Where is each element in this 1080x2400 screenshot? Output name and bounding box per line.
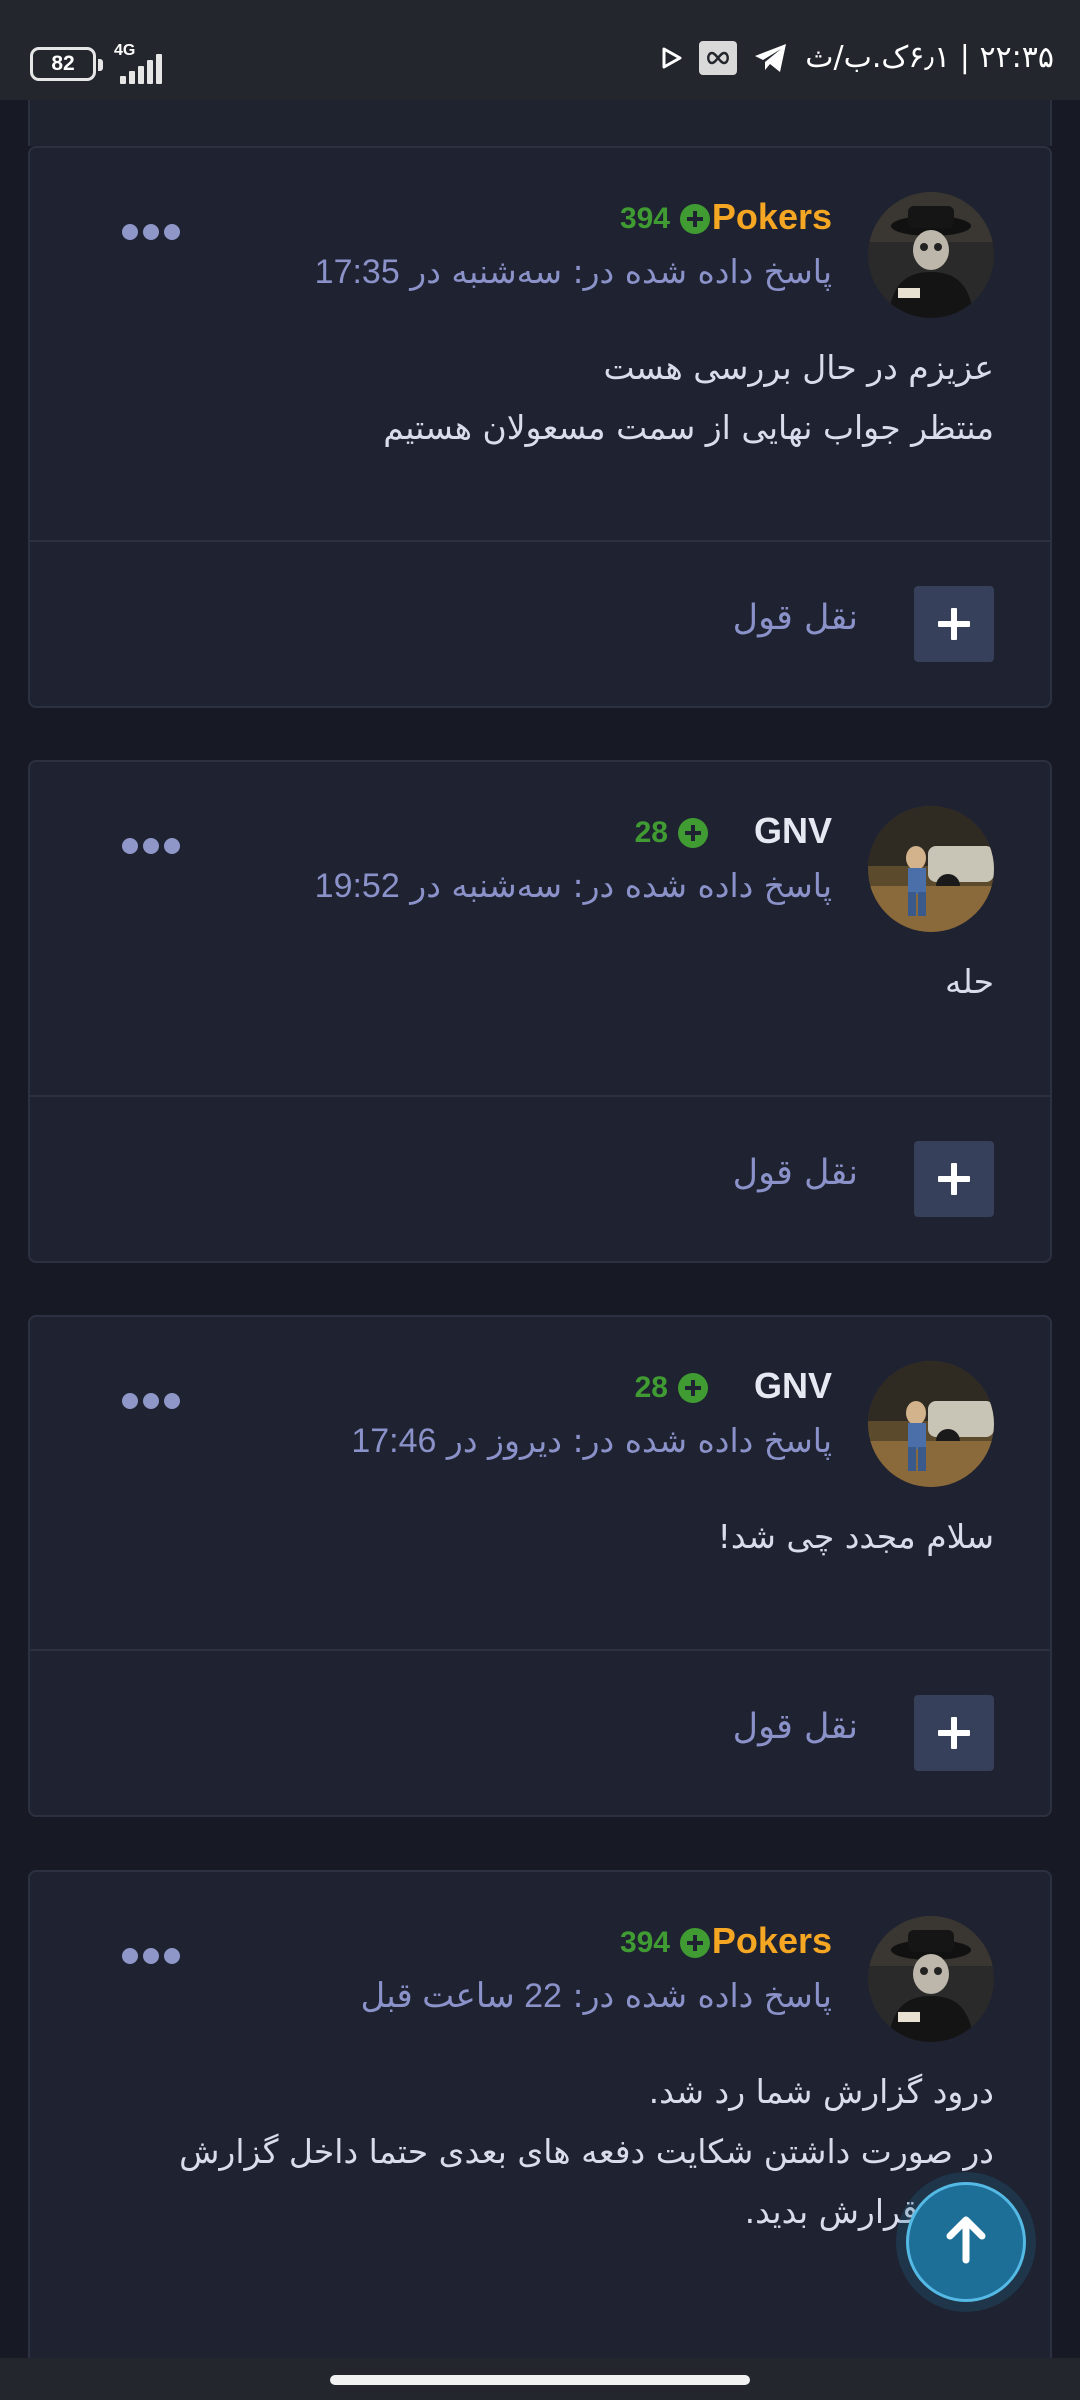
post-card: GNV 28 پاسخ داده شده در: سه‌شنبه در 19:5… <box>28 760 1052 1263</box>
post-timestamp: پاسخ داده شده در: سه‌شنبه در 17:35 <box>315 252 832 292</box>
post-actions: نقل قول <box>30 540 1050 706</box>
reputation-count: 394 <box>619 202 670 235</box>
quote-button[interactable] <box>914 1695 994 1771</box>
more-dots-icon[interactable] <box>122 1948 180 1964</box>
reputation-count: 394 <box>619 1926 670 1959</box>
post-line: در صورت داشتن شکایت دفعه های بعدی حتما د… <box>179 2132 994 2171</box>
username[interactable]: Pokers <box>712 196 832 238</box>
play-icon <box>661 46 683 70</box>
battery-icon: 82 <box>30 47 103 81</box>
reputation-badge: 394 <box>620 1926 710 1960</box>
status-indicators: 82 4G <box>30 42 182 84</box>
post-time: 19:52 <box>314 867 400 905</box>
post-line: عزیزم در حال بررسی هست <box>603 348 994 387</box>
post-line: حله <box>944 962 994 1001</box>
post-meta-prefix: پاسخ داده شده در: سه‌شنبه در <box>410 252 832 291</box>
posts-feed[interactable]: Pokers 394 پاسخ داده شده در: سه‌شنبه در … <box>28 100 1052 2358</box>
battery-level: 82 <box>51 52 75 75</box>
avatar[interactable] <box>868 1916 994 2042</box>
username[interactable]: Pokers <box>712 1920 832 1962</box>
plus-circle-icon <box>678 818 708 848</box>
post-content: حله <box>30 952 1050 1012</box>
arrow-up-icon <box>944 2216 988 2268</box>
quote-label[interactable]: نقل قول <box>733 1153 858 1193</box>
post-meta-prefix: پاسخ داده شده در: <box>572 1976 832 2015</box>
post-timestamp: پاسخ داده شده در: دیروز در 17:46 <box>351 1421 832 1461</box>
avatar[interactable] <box>868 1361 994 1487</box>
scroll-to-top-button[interactable] <box>906 2182 1026 2302</box>
post-actions: نقل قول <box>30 1649 1050 1815</box>
plus-circle-icon <box>680 204 710 234</box>
post-content: عزیزم در حال بررسی هست منتظر جواب نهایی … <box>30 338 1050 458</box>
post-header: GNV 28 پاسخ داده شده در: دیروز در 17:46 <box>30 1317 1050 1507</box>
avatar[interactable] <box>868 192 994 318</box>
post-card: Pokers 394 پاسخ داده شده در: 22 ساعت قبل… <box>28 1870 1052 2358</box>
status-right: ۲۲:۳۵ | ۶٫۱ک.ب/ث <box>661 40 1054 75</box>
post-card: Pokers 394 پاسخ داده شده در: سه‌شنبه در … <box>28 146 1052 708</box>
previous-post-edge <box>28 100 1052 146</box>
post-line: امضا قرارش بدید. <box>744 2192 994 2231</box>
plus-icon <box>938 608 970 640</box>
reputation-badge: 28 <box>635 816 708 850</box>
quote-button[interactable] <box>914 586 994 662</box>
post-time: 17:46 <box>351 1422 437 1460</box>
status-bar: 82 4G ۲۲:۳۵ | ۶٫۱ک.ب/ث <box>0 0 1080 100</box>
post-card: GNV 28 پاسخ داده شده در: دیروز در 17:46 … <box>28 1315 1052 1817</box>
post-meta-prefix: پاسخ داده شده در: سه‌شنبه در <box>410 866 832 905</box>
more-dots-icon[interactable] <box>122 224 180 240</box>
plus-circle-icon <box>680 1928 710 1958</box>
post-content: سلام مجدد چی شد! <box>30 1507 1050 1567</box>
quote-label[interactable]: نقل قول <box>733 1707 858 1747</box>
post-content: درود گزارش شما رد شد. در صورت داشتن شکای… <box>30 2062 1050 2242</box>
infinity-app-icon <box>699 40 738 75</box>
reputation-badge: 28 <box>635 1371 708 1405</box>
reputation-count: 28 <box>634 1371 668 1404</box>
more-dots-icon[interactable] <box>122 838 180 854</box>
post-line: سلام مجدد چی شد! <box>717 1517 994 1556</box>
username[interactable]: GNV <box>754 810 832 852</box>
post-time: 22 ساعت قبل <box>360 1977 562 2015</box>
username[interactable]: GNV <box>754 1365 832 1407</box>
quote-button[interactable] <box>914 1141 994 1217</box>
post-header: Pokers 394 پاسخ داده شده در: سه‌شنبه در … <box>30 148 1050 338</box>
navigation-bar <box>0 2358 1080 2400</box>
reputation-badge: 394 <box>620 202 710 236</box>
signal-icon: 4G <box>110 42 182 84</box>
post-line: منتظر جواب نهایی از سمت مسعولان هستیم <box>383 408 994 447</box>
status-time: ۲۲:۳۵ | ۶٫۱ک.ب/ث <box>805 40 1054 75</box>
plus-circle-icon <box>678 1373 708 1403</box>
quote-label[interactable]: نقل قول <box>733 598 858 638</box>
reputation-count: 28 <box>634 816 668 849</box>
post-line: درود گزارش شما رد شد. <box>648 2072 994 2111</box>
post-timestamp: پاسخ داده شده در: سه‌شنبه در 19:52 <box>315 866 832 906</box>
post-meta-prefix: پاسخ داده شده در: دیروز در <box>446 1421 832 1460</box>
avatar[interactable] <box>868 806 994 932</box>
more-dots-icon[interactable] <box>122 1393 180 1409</box>
post-time: 17:35 <box>314 253 400 291</box>
telegram-icon <box>753 42 789 74</box>
post-header: Pokers 394 پاسخ داده شده در: 22 ساعت قبل <box>30 1872 1050 2062</box>
post-actions: نقل قول <box>30 1095 1050 1261</box>
plus-icon <box>938 1163 970 1195</box>
home-indicator[interactable] <box>330 2375 750 2385</box>
post-header: GNV 28 پاسخ داده شده در: سه‌شنبه در 19:5… <box>30 762 1050 952</box>
post-timestamp: پاسخ داده شده در: 22 ساعت قبل <box>360 1976 832 2016</box>
plus-icon <box>938 1717 970 1749</box>
